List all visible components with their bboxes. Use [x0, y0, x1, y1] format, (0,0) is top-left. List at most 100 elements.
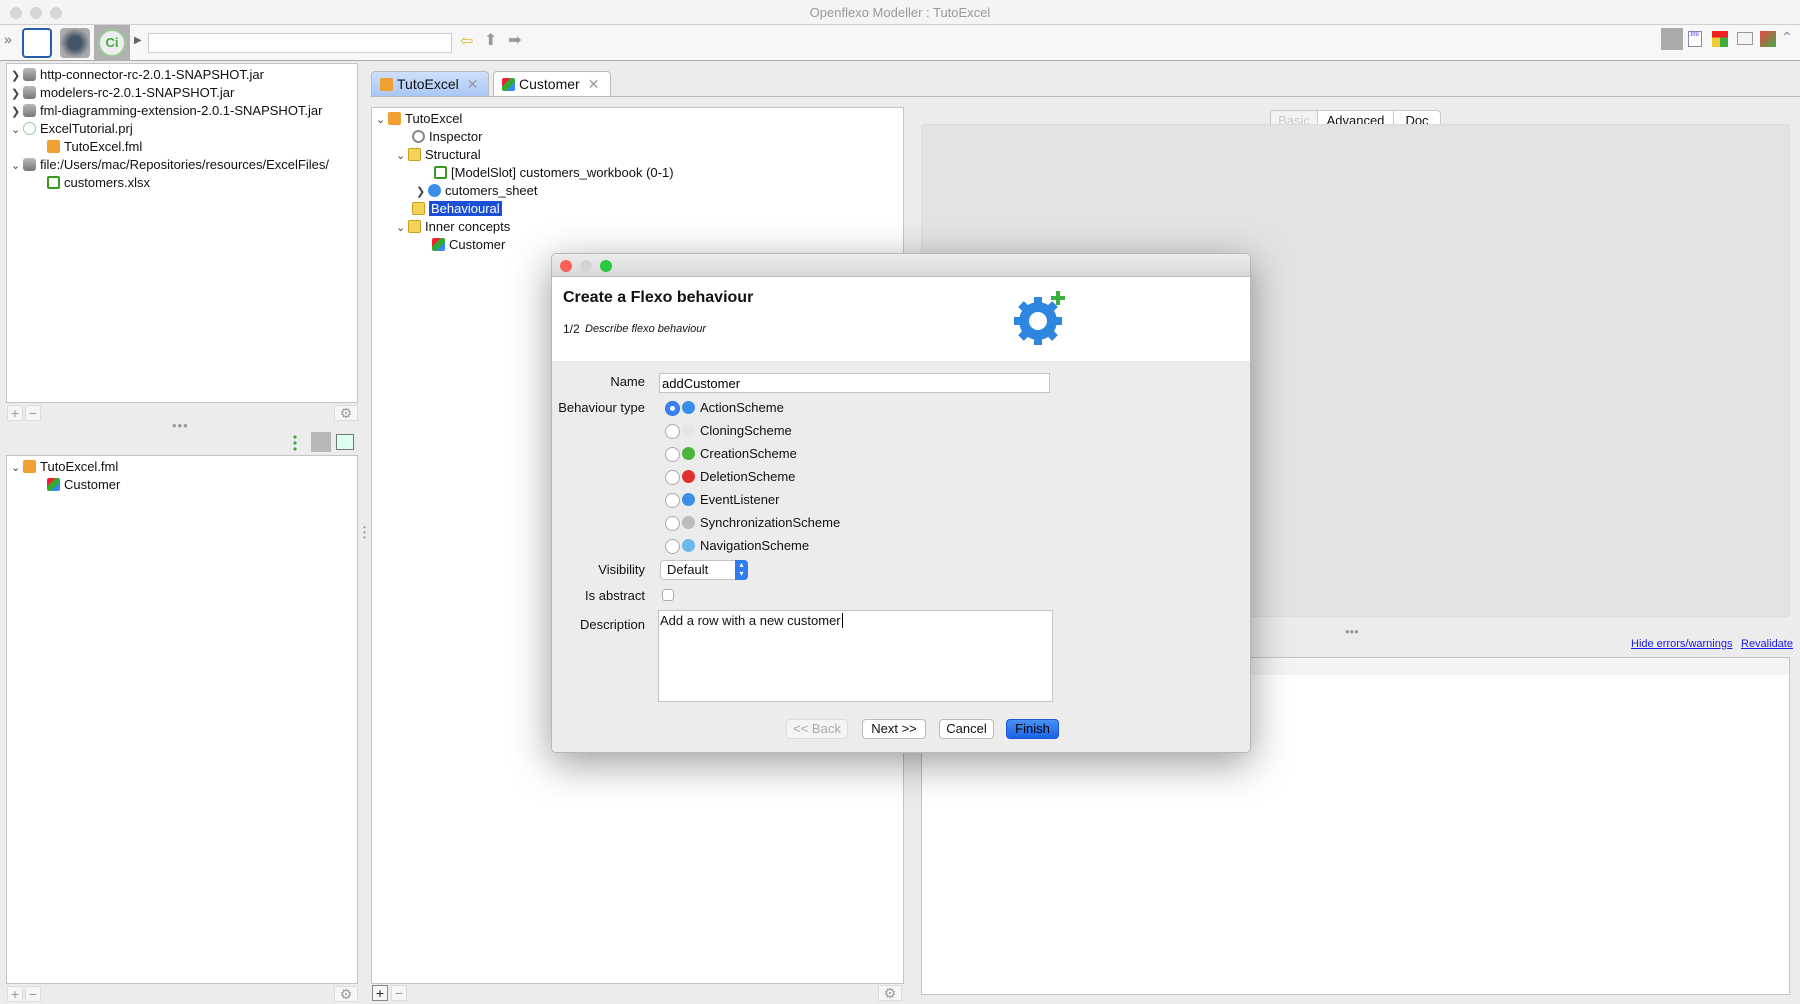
behaviour-type-label[interactable]: EventListener: [700, 492, 780, 507]
behaviour-type-radio[interactable]: [665, 424, 680, 439]
jar-icon: [23, 158, 36, 171]
project-module-button[interactable]: Ci: [94, 25, 130, 61]
remove-button[interactable]: −: [391, 985, 407, 1001]
behaviour-type-label: Behaviour type: [558, 400, 645, 415]
deletion-scheme-icon: [682, 470, 695, 483]
behaviour-type-radio[interactable]: [665, 470, 680, 485]
splitter-handle[interactable]: •••: [172, 418, 189, 433]
dialog-close-button[interactable]: [560, 260, 572, 272]
cancel-button[interactable]: Cancel: [939, 719, 994, 739]
add-button[interactable]: +: [7, 405, 23, 421]
tree-item[interactable]: ❯ fml-diagramming-extension-2.0.1-SNAPSHO…: [11, 102, 322, 120]
collapse-toolbar-icon[interactable]: »: [4, 31, 12, 47]
folder-icon: [412, 202, 425, 215]
is-abstract-label: Is abstract: [585, 588, 645, 603]
tree-mode-active-button[interactable]: [311, 432, 331, 452]
behaviour-type-radio[interactable]: [665, 401, 680, 416]
behaviour-type-radio[interactable]: [665, 493, 680, 508]
fml-perspective-icon[interactable]: .fml: [1688, 31, 1702, 47]
project-icon: [23, 122, 36, 135]
folder-icon: [408, 148, 421, 161]
tree-item[interactable]: ⌄ TutoExcel.fml: [11, 458, 118, 476]
close-tab-icon[interactable]: ✕: [588, 76, 600, 92]
settings-gear-icon[interactable]: ⚙: [878, 985, 902, 1001]
visibility-select[interactable]: Default ▴ ▾: [660, 560, 748, 580]
back-arrow-icon[interactable]: ⇦: [460, 31, 473, 51]
tab-tutoexcel[interactable]: TutoExcel ✕: [371, 71, 489, 96]
tree-item[interactable]: ❯ cutomers_sheet: [416, 182, 538, 200]
close-tab-icon[interactable]: ✕: [467, 76, 479, 92]
dialog-minimize-button[interactable]: [580, 260, 592, 272]
behaviour-type-label[interactable]: ActionScheme: [700, 400, 784, 415]
concept-icon: [47, 478, 60, 491]
name-input[interactable]: [659, 373, 1050, 393]
expand-toolbar-icon[interactable]: ⌃: [1781, 29, 1793, 46]
minimize-window-button[interactable]: [30, 7, 42, 19]
zoom-window-button[interactable]: [50, 7, 62, 19]
hide-errors-link[interactable]: Hide errors/warnings: [1631, 638, 1732, 650]
tree-item[interactable]: customers.xlsx: [47, 174, 150, 192]
behaviour-type-radio[interactable]: [665, 447, 680, 462]
tree-item[interactable]: Customer: [47, 476, 120, 494]
fml-icon: [23, 460, 36, 473]
tree-item[interactable]: ⌄ ExcelTutorial.prj: [11, 120, 133, 138]
tree-item[interactable]: TutoExcel.fml: [47, 138, 142, 156]
location-input[interactable]: [148, 33, 452, 53]
settings-gear-icon[interactable]: ⚙: [334, 986, 358, 1002]
up-arrow-icon[interactable]: ⬆: [484, 30, 497, 50]
hierarchy-perspective-icon[interactable]: [1712, 31, 1728, 47]
visibility-label: Visibility: [598, 562, 645, 577]
jar-icon: [23, 68, 36, 81]
tree-mode-box-icon[interactable]: [336, 434, 354, 450]
step-description: Describe flexo behaviour: [585, 323, 707, 335]
remove-button[interactable]: −: [25, 405, 41, 421]
dialog-header: Create a Flexo behaviour 1/2 Describe fl…: [552, 277, 1250, 361]
vertical-splitter-handle[interactable]: • • •: [363, 524, 366, 542]
folder-icon: [408, 220, 421, 233]
tree-item[interactable]: ❯ http-connector-rc-2.0.1-SNAPSHOT.jar: [11, 66, 264, 84]
play-icon[interactable]: ▶: [134, 35, 142, 46]
close-window-button[interactable]: [10, 7, 22, 19]
behaviour-type-radio[interactable]: [665, 539, 680, 554]
is-abstract-checkbox[interactable]: [662, 589, 674, 601]
window-perspective-icon[interactable]: [1737, 32, 1753, 45]
tree-item[interactable]: ⌄ TutoExcel: [376, 110, 462, 128]
excel-icon: [434, 166, 447, 179]
tab-customer[interactable]: Customer ✕: [493, 71, 611, 96]
tree-item[interactable]: Customer: [432, 236, 505, 254]
tree-item[interactable]: ❯ modelers-rc-2.0.1-SNAPSHOT.jar: [11, 84, 234, 102]
module-icon[interactable]: [60, 28, 90, 58]
settings-gear-icon[interactable]: ⚙: [334, 405, 358, 421]
modeller-icon[interactable]: [22, 28, 52, 58]
tree-mode-icon[interactable]: [292, 434, 306, 452]
back-button[interactable]: << Back: [786, 719, 848, 739]
window-title-bar: Openflexo Modeller : TutoExcel: [0, 0, 1800, 25]
finish-button[interactable]: Finish: [1006, 719, 1059, 739]
behaviour-type-label[interactable]: NavigationScheme: [700, 538, 809, 553]
tree-item[interactable]: Inspector: [412, 128, 482, 146]
add-button[interactable]: +: [7, 986, 23, 1002]
behaviour-type-label[interactable]: CreationScheme: [700, 446, 797, 461]
model-browser-tree: ⌄ TutoExcel.fml Customer: [6, 455, 358, 984]
add-button[interactable]: +: [372, 985, 388, 1001]
resources-tree: ❯ http-connector-rc-2.0.1-SNAPSHOT.jar ❯ m…: [6, 63, 358, 403]
next-button[interactable]: Next >>: [862, 719, 926, 739]
behaviour-type-radio[interactable]: [665, 516, 680, 531]
tree-item[interactable]: [ModelSlot] customers_workbook (0-1): [434, 164, 674, 182]
forward-arrow-icon[interactable]: ➡: [508, 30, 521, 50]
description-textarea[interactable]: Add a row with a new customer: [658, 610, 1053, 702]
tree-item[interactable]: ⌄ Inner concepts: [396, 218, 510, 236]
dialog-zoom-button[interactable]: [600, 260, 612, 272]
splitter-handle[interactable]: •••: [1345, 624, 1359, 639]
behaviour-type-label[interactable]: DeletionScheme: [700, 469, 795, 484]
tree-item[interactable]: ⌄ Structural: [396, 146, 481, 164]
remove-button[interactable]: −: [25, 986, 41, 1002]
behaviour-type-label[interactable]: CloningScheme: [700, 423, 792, 438]
tree-item[interactable]: Behavioural: [412, 200, 502, 218]
behaviour-type-label[interactable]: SynchronizationScheme: [700, 515, 840, 530]
revalidate-link[interactable]: Revalidate: [1741, 638, 1793, 650]
name-label: Name: [610, 374, 645, 389]
project-perspective-button[interactable]: [1661, 28, 1683, 50]
tree-item[interactable]: ⌄ file:/Users/mac/Repositories/resources/…: [11, 156, 329, 174]
diagram-perspective-icon[interactable]: [1760, 31, 1776, 47]
